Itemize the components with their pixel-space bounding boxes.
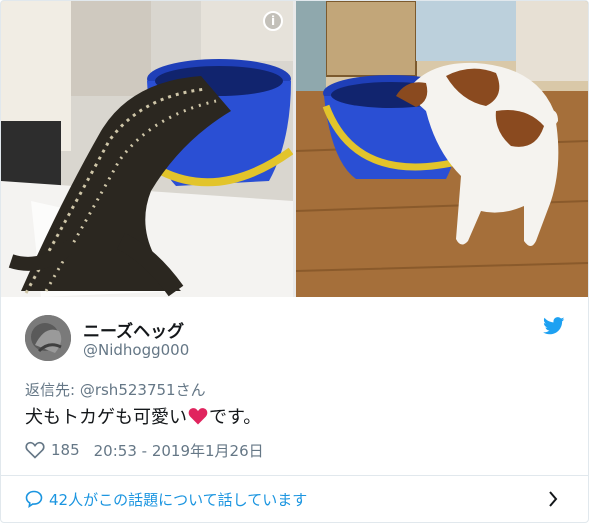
speech-bubble-icon (25, 490, 43, 508)
like-button[interactable]: 185 (25, 441, 94, 459)
media-grid: i (1, 1, 588, 297)
tweet-text-after: です。 (209, 407, 262, 428)
reply-prefix: 返信先: (25, 381, 80, 399)
red-heart-icon (188, 408, 208, 425)
heart-outline-icon (25, 441, 45, 459)
avatar[interactable] (25, 315, 71, 361)
reply-context: 返信先: @rsh523751さん (25, 379, 206, 400)
tweet-card: i ニーズヘッグ @Nidhogg000 返信先: @rsh523751さん 犬… (0, 0, 589, 523)
timestamp[interactable]: 20:53 - 2019年1月26日 (94, 440, 264, 461)
twitter-bird-icon[interactable] (543, 317, 565, 335)
like-count: 185 (51, 441, 80, 459)
puppy-bucket-image (296, 1, 588, 297)
handle[interactable]: @Nidhogg000 (83, 341, 189, 359)
conversation-link[interactable]: 42人がこの話題について話しています (1, 476, 588, 522)
photo-puppy[interactable] (296, 1, 588, 297)
tweet-header: ニーズヘッグ @Nidhogg000 (25, 313, 565, 363)
info-icon[interactable]: i (263, 11, 283, 31)
tweet-text-before: 犬もトカゲも可愛い (25, 407, 187, 428)
avatar-image (25, 315, 71, 361)
chevron-right-icon (549, 491, 558, 507)
conversation-label: 42人がこの話題について話しています (49, 490, 308, 509)
lizard-bucket-image (1, 1, 293, 297)
reply-suffix: さん (175, 381, 206, 399)
reply-mention-link[interactable]: @rsh523751 (80, 381, 176, 399)
display-name[interactable]: ニーズヘッグ (83, 317, 184, 342)
photo-lizard[interactable]: i (1, 1, 293, 297)
tweet-meta: 185 20:53 - 2019年1月26日 (25, 439, 264, 461)
tweet-text: 犬もトカゲも可愛い です。 (25, 403, 261, 429)
